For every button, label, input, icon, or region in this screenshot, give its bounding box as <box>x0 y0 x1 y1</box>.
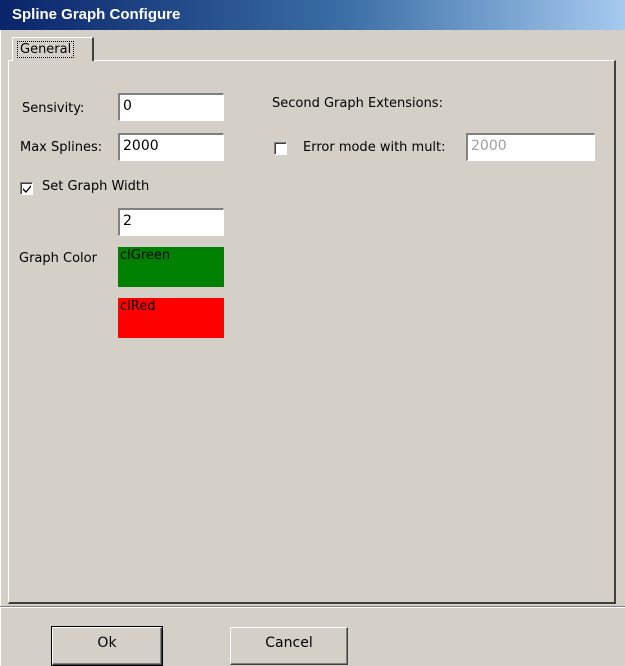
graph-color-red-text: clRed <box>120 299 156 314</box>
error-mode-label: Error mode with mult: <box>303 140 446 155</box>
sensitivity-input[interactable]: 0 <box>118 93 224 121</box>
error-mult-input[interactable]: 2000 <box>466 133 595 161</box>
sensitivity-label: Sensivity: <box>22 101 85 116</box>
tab-general-label: General <box>17 41 75 58</box>
cancel-button[interactable]: Cancel <box>230 627 348 665</box>
graph-color-red-swatch[interactable]: clRed <box>118 298 224 338</box>
graph-width-input[interactable]: 2 <box>118 208 224 236</box>
checkmark-icon <box>23 185 31 193</box>
graph-color-label: Graph Color <box>19 251 97 266</box>
graph-color-green-swatch[interactable]: clGreen <box>118 247 224 287</box>
set-graph-width-checkbox[interactable] <box>20 182 33 195</box>
error-mode-checkbox[interactable] <box>274 142 287 155</box>
ok-button[interactable]: Ok <box>51 626 163 666</box>
cancel-button-label: Cancel <box>265 635 313 651</box>
set-graph-width-label: Set Graph Width <box>42 179 150 194</box>
title-bar: Spline Graph Configure <box>0 0 625 30</box>
max-splines-label: Max Splines: <box>20 140 103 155</box>
max-splines-input[interactable]: 2000 <box>118 133 224 161</box>
bottom-divider <box>0 606 625 608</box>
window-title: Spline Graph Configure <box>12 6 181 23</box>
second-graph-heading: Second Graph Extensions: <box>272 96 443 111</box>
graph-color-green-text: clGreen <box>120 248 171 263</box>
ok-button-label: Ok <box>97 635 117 651</box>
tab-general[interactable]: General <box>12 37 94 61</box>
